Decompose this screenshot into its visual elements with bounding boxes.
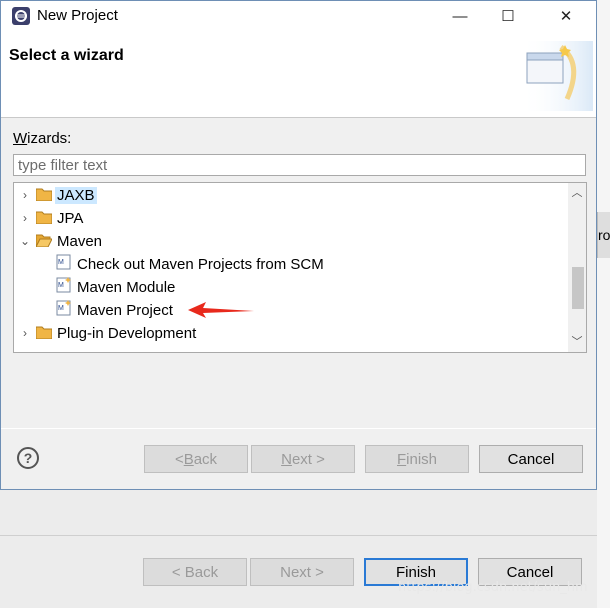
svg-text:M: M (58, 305, 64, 312)
wizard-body: Wizards: › JAXB › JPA ⌄ Maven M Check ou… (1, 118, 596, 428)
expand-chevron-icon[interactable]: › (18, 322, 32, 344)
next-button[interactable]: Next > (251, 445, 355, 473)
background-back-button: < Back (143, 558, 247, 586)
new-project-dialog: New Project — ☐ ✕ Select a wizard Wizard… (0, 0, 597, 490)
folder-icon (36, 211, 52, 224)
tree-item-jpa[interactable]: JPA (57, 207, 83, 229)
tree-item-checkout-maven[interactable]: Check out Maven Projects from SCM (77, 253, 324, 275)
watermark: https://blog.csdn.net/sun_hm (398, 580, 588, 595)
scrollbar-thumb[interactable] (572, 267, 584, 309)
finish-button[interactable]: Finish (365, 445, 469, 473)
scroll-down-icon[interactable]: ﹀ (568, 332, 586, 350)
scroll-up-icon[interactable]: ︿ (568, 183, 586, 201)
back-button[interactable]: < Back (144, 445, 248, 473)
tree-item-jaxb[interactable]: JAXB (55, 184, 97, 206)
minimize-button[interactable]: — (436, 1, 484, 31)
wizard-banner-icon (521, 41, 593, 111)
window-title: New Project (37, 7, 118, 24)
wizard-header: Select a wizard (1, 31, 596, 118)
background-right-strip: ro (597, 0, 610, 608)
expand-chevron-icon[interactable]: › (18, 207, 32, 229)
tree-item-maven-project[interactable]: Maven Project (77, 299, 173, 321)
wizards-label: Wizards: (13, 130, 72, 147)
folder-icon (36, 188, 52, 201)
folder-icon (36, 326, 52, 339)
expand-chevron-icon[interactable]: › (18, 184, 32, 206)
svg-text:M: M (58, 282, 64, 289)
tree-item-maven[interactable]: Maven (57, 230, 102, 252)
collapse-chevron-icon[interactable]: ⌄ (18, 230, 32, 252)
background-next-button: Next > (250, 558, 354, 586)
page-title: Select a wizard (9, 47, 124, 64)
maven-checkout-icon: M (56, 254, 71, 270)
maven-project-icon: M (56, 300, 71, 316)
red-arrow-annotation (188, 302, 254, 318)
svg-text:M: M (58, 259, 64, 266)
title-bar: New Project — ☐ ✕ (1, 1, 596, 31)
close-button[interactable]: ✕ (542, 1, 590, 31)
cancel-button[interactable]: Cancel (479, 445, 583, 473)
help-icon[interactable]: ? (17, 447, 39, 469)
maximize-button[interactable]: ☐ (484, 1, 532, 31)
wizard-tree[interactable]: › JAXB › JPA ⌄ Maven M Check out Maven P… (13, 182, 587, 353)
tree-scrollbar[interactable]: ︿ ﹀ (568, 183, 586, 352)
tree-item-plugin-development[interactable]: Plug-in Development (57, 322, 196, 344)
tree-item-maven-module[interactable]: Maven Module (77, 276, 175, 298)
background-separator (0, 535, 597, 536)
wizard-footer: ? < Back Next > Finish Cancel (1, 429, 596, 489)
open-folder-icon (36, 234, 52, 247)
background-tab[interactable]: ro (597, 212, 610, 258)
maven-module-icon: M (56, 277, 71, 293)
eclipse-icon (12, 7, 30, 25)
filter-input[interactable] (13, 154, 586, 176)
